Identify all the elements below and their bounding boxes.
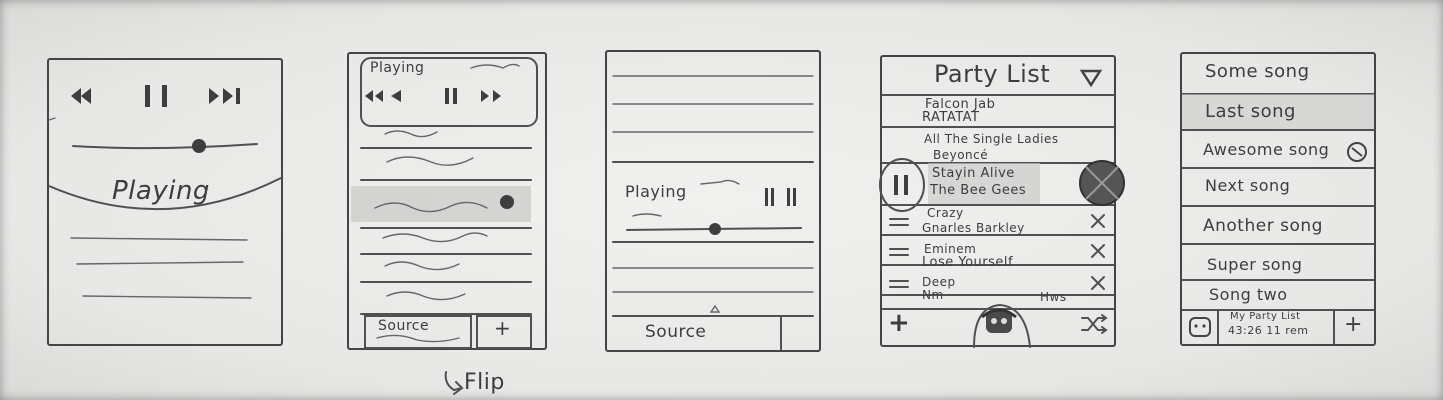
song-row-3-title: The Bee Gees [930,183,1027,198]
album-art-icon [500,195,514,209]
song-row-6-extra: Hws [1040,290,1067,304]
rewind-icon [391,90,401,102]
song-list-item-3[interactable]: Awesome song [1203,140,1329,159]
song-row-6-artist: Deep [922,275,956,289]
panel-5-add-button[interactable]: + [1344,312,1363,337]
song-list-item-6[interactable]: Super song [1207,255,1302,274]
prev-icon [365,90,383,102]
song-list-item-1[interactable]: Some song [1205,61,1310,82]
song-row-5-artist: Eminem [924,242,977,256]
panel-3-playing-label: Playing [625,182,687,201]
panel-3-source-button[interactable]: Source [645,322,706,342]
progress-knob [709,223,721,235]
song-list-item-7[interactable]: Song two [1209,285,1287,304]
panel-2-playing-label: Playing [370,60,425,76]
song-row-2-title: Beyoncé [933,148,989,162]
song-row-1-title: RATATAT [922,110,980,125]
cat-icon [1189,317,1211,337]
drag-handle-icon[interactable] [889,280,909,288]
panel-1-playing-label: Playing [112,176,210,206]
flip-label: Flip [464,370,505,395]
dj-avatar-icon [981,308,1017,333]
song-row-4-title: Gnarles Barkley [922,221,1025,235]
panel-2-add-button[interactable]: + [494,316,511,340]
progress-knob [192,139,206,153]
song-row-5-title: Lose Yourself [922,255,1014,270]
pause-icon [445,88,457,104]
drag-handle-icon[interactable] [889,218,909,226]
remove-icon [1091,214,1105,228]
shuffle-icon[interactable] [1080,314,1108,334]
song-row-4-artist: Crazy [927,206,964,220]
pause-icon [145,85,167,107]
next-icon [209,88,240,104]
panel-4-add-button[interactable]: + [888,308,910,338]
progress-track [72,143,258,150]
prev-icon [71,88,91,104]
song-list-item-5[interactable]: Another song [1203,216,1323,236]
song-list-item-2[interactable]: Last song [1205,101,1296,122]
panel-4-drawing [879,94,1125,348]
song-list-item-4[interactable]: Next song [1205,176,1290,195]
party-list-title: Party List [934,60,1051,88]
party-list-duration: 43:26 11 rem [1228,324,1309,337]
remove-icon [1091,276,1105,290]
drag-handle-icon[interactable] [889,248,909,256]
song-row-3-artist: Stayin Alive [932,166,1015,181]
song-row-2-artist: All The Single Ladies [924,132,1059,146]
remove-icon [1091,244,1105,258]
song-row-6-title: Nm [922,288,944,302]
next-icon [481,90,501,102]
panel-3-drawing [612,75,814,351]
dropdown-triangle-icon[interactable] [1079,68,1103,88]
panel-2-source-button[interactable]: Source [378,318,429,334]
pause-icon [765,188,796,206]
party-list-name: My Party List [1230,311,1301,322]
panel-2-drawing [351,57,538,349]
